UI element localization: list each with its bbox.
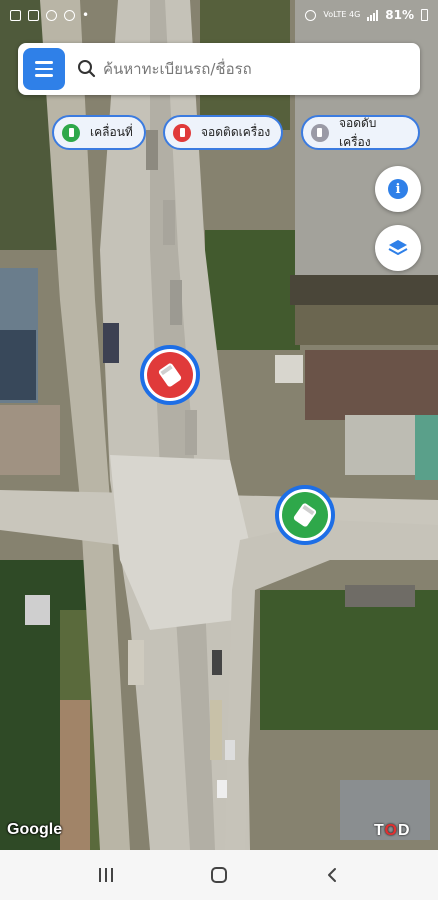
status-bar: • VoLTE 4G 81%: [0, 0, 438, 30]
moving-status-icon: [62, 123, 80, 142]
filter-chip-engine-off[interactable]: จอดดับเครื่อง: [301, 115, 420, 150]
status-system: VoLTE 4G 81%: [305, 8, 428, 22]
menu-button[interactable]: [23, 48, 65, 90]
engine-off-status-icon: [311, 123, 329, 142]
tod-logo: TOD: [374, 822, 411, 839]
filter-chip-idle[interactable]: จอดติดเครื่อง: [163, 115, 283, 150]
vehicle-status-fill: [282, 492, 328, 538]
filter-chip-label: จอดดับเครื่อง: [338, 115, 377, 149]
google-logo: Google: [7, 821, 63, 838]
back-button[interactable]: [302, 855, 362, 895]
search-bar: [18, 43, 420, 95]
more-notifications-icon: •: [82, 8, 90, 22]
vehicle-marker-moving[interactable]: [275, 485, 335, 545]
filter-chip-label: เคลื่อนที่: [90, 125, 133, 139]
notification-icon: [10, 9, 21, 21]
home-icon: [210, 867, 227, 883]
truck-icon: [293, 503, 317, 527]
alarm-icon: [305, 9, 317, 21]
truck-icon: [158, 363, 182, 387]
back-icon: [327, 868, 336, 882]
vehicle-marker-idle[interactable]: [140, 345, 200, 405]
info-icon: i: [388, 179, 408, 199]
hamburger-menu-icon: [35, 61, 53, 64]
battery-level: 81%: [385, 8, 414, 22]
home-button[interactable]: [189, 855, 249, 895]
vehicle-status-fill: [147, 352, 193, 398]
search-icon: [77, 59, 97, 79]
battery-icon: [421, 9, 428, 21]
filter-chip-label: จอดติดเครื่อง: [201, 125, 271, 139]
network-type: VoLTE 4G: [323, 10, 361, 19]
recents-icon: [99, 868, 114, 882]
filter-chip-moving[interactable]: เคลื่อนที่: [52, 115, 146, 150]
system-navigation-bar: [0, 850, 438, 900]
layers-button[interactable]: [375, 225, 421, 271]
signal-icon: [367, 9, 379, 21]
idle-status-icon: [173, 123, 191, 142]
layers-icon: [388, 240, 408, 255]
search-input[interactable]: [103, 49, 420, 89]
info-button[interactable]: i: [375, 166, 421, 212]
settings-icon: [46, 9, 57, 21]
recents-button[interactable]: [76, 855, 136, 895]
gallery-icon: [28, 9, 39, 21]
instagram-icon: [64, 9, 75, 21]
status-notifications: •: [10, 8, 89, 22]
